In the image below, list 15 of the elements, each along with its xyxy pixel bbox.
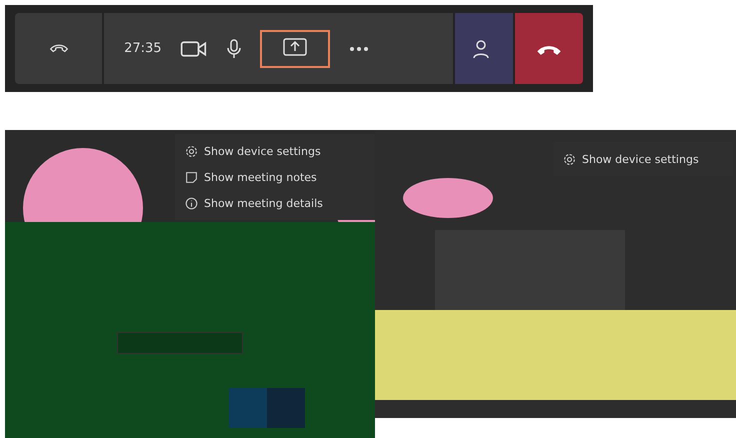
video-camera-icon[interactable] bbox=[180, 40, 208, 58]
menu-item[interactable]: Show device settings bbox=[185, 138, 370, 164]
share-button[interactable] bbox=[260, 30, 330, 68]
menu-item[interactable]: Show device settings bbox=[563, 146, 723, 172]
settings-icon bbox=[185, 144, 198, 158]
microphone-icon[interactable] bbox=[226, 38, 242, 58]
settings-icon bbox=[563, 152, 576, 166]
menu-item[interactable]: Show meeting notes bbox=[185, 164, 370, 190]
share-screen-icon bbox=[282, 38, 308, 56]
hang-up-button[interactable] bbox=[515, 13, 584, 84]
more-options-icon[interactable] bbox=[348, 46, 370, 52]
info-icon bbox=[185, 196, 198, 210]
call-timer: 27:35 bbox=[124, 41, 162, 56]
notes-icon bbox=[185, 170, 198, 184]
menu-item[interactable]: Show meeting details bbox=[185, 190, 370, 216]
